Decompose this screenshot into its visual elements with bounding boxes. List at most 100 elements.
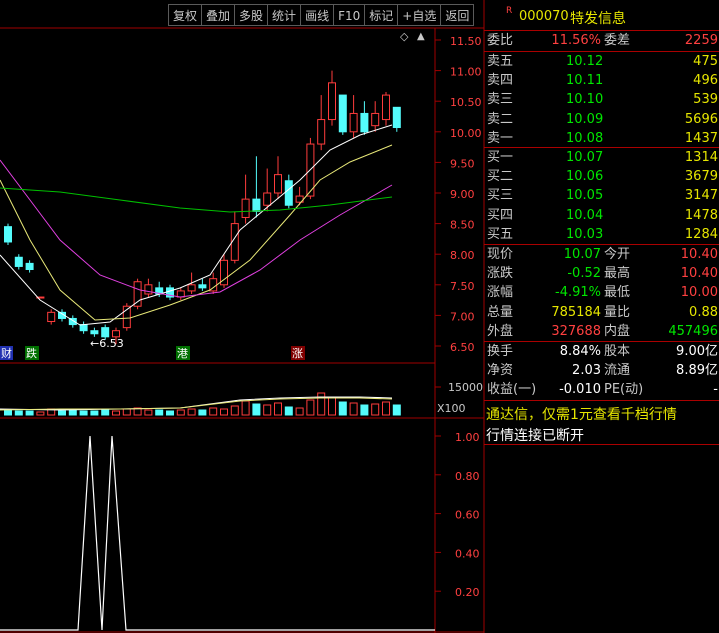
candlestick-series (4, 70, 401, 345)
volume-bar (122, 408, 131, 416)
quote-row: 总量 785184 量比 0.88 (484, 303, 719, 322)
news-tag-zhang: 涨 (291, 346, 305, 360)
volume-bars (0, 392, 401, 416)
candle-body (371, 112, 380, 127)
quote-value-right: 10.40 (680, 247, 718, 262)
volume-bar (349, 402, 358, 416)
draw-line-button[interactable]: 画线 (301, 4, 335, 26)
volume-bar (101, 409, 110, 416)
volume-bar (58, 410, 66, 416)
bid-label: 买二 (487, 169, 514, 185)
finance-label-right: 流通 (604, 363, 631, 379)
candle-body (284, 180, 293, 206)
statistics-button[interactable]: 统计 (268, 4, 302, 26)
candle-body (252, 198, 261, 212)
mark-button[interactable]: 标记 (365, 4, 399, 26)
quote-value: -0.52 (567, 266, 601, 282)
candle-body (382, 94, 390, 121)
diamond-icon[interactable]: ◇ (400, 30, 409, 43)
quote-label-right: 最高 (604, 266, 631, 282)
price-axis-label: 10.50 (450, 96, 482, 109)
overlay-button[interactable]: 叠加 (202, 4, 236, 26)
bid-label: 买一 (487, 150, 514, 165)
ask-volume: 475 (693, 54, 718, 69)
candle-body (112, 330, 120, 338)
svg-text:港: 港 (177, 347, 188, 360)
stock-code: 000070 (519, 9, 569, 24)
scroll-up-icon[interactable]: ▲ (417, 31, 425, 42)
finance-value-right: 9.00亿 (676, 344, 718, 359)
svg-text:涨: 涨 (292, 347, 303, 360)
candle-body (101, 327, 110, 338)
bid-label: 买三 (487, 188, 514, 204)
candle-body (47, 311, 56, 323)
volume-bar (338, 401, 347, 416)
volume-bar (25, 410, 34, 416)
add-watchlist-button[interactable]: +自选 (398, 4, 442, 26)
candle-body (360, 112, 369, 133)
svg-text:财: 财 (1, 346, 12, 360)
connection-status: 行情连接已断开 (486, 428, 584, 444)
promo-ad-link[interactable]: 通达信，仅需1元查看千档行情 (486, 404, 677, 424)
quote-label-right: 量比 (604, 304, 631, 320)
ask-label: 卖四 (487, 73, 514, 89)
finance-row: 收益(一) -0.010 PE(动) - (484, 380, 719, 399)
finance-value-right: 8.89亿 (676, 363, 718, 379)
candle-body (144, 284, 153, 295)
quote-label: 涨跌 (487, 266, 514, 282)
bid-volume: 1478 (684, 207, 718, 223)
quote-value: -4.91% (555, 285, 601, 301)
quote-value-right: 10.40 (680, 266, 718, 282)
ask-row: 卖三 10.10 539 (484, 90, 719, 109)
order-ratio-value: 11.56% (551, 33, 601, 48)
ma-line (0, 187, 393, 213)
quote-value-right: 457496 (668, 323, 718, 339)
ask-price: 10.08 (566, 130, 604, 146)
bid-row: 买五 10.03 1284 (484, 225, 719, 244)
order-ratio-row: 委比 11.56% 委差 2259 (484, 31, 719, 50)
chart-toolbar: 复权 叠加 多股 统计 画线 F10 标记 +自选 返回 (168, 4, 475, 26)
ask-row: 卖五 10.12 475 (484, 52, 719, 71)
volume-bar (14, 410, 23, 416)
quote-value: 10.07 (563, 247, 601, 262)
order-diff-label: 委差 (604, 33, 631, 48)
volume-bar (392, 404, 401, 416)
ask-volume: 1437 (684, 130, 718, 146)
price-axis-label: 8.50 (450, 219, 475, 232)
order-diff-value: 2259 (684, 33, 718, 48)
finance-label: 换手 (487, 344, 514, 359)
bid-volume: 1314 (684, 150, 718, 165)
indicator-series-line (0, 435, 435, 631)
finance-value: 8.84% (559, 344, 601, 359)
news-tag-cai: 财 (0, 346, 13, 360)
back-button[interactable]: 返回 (441, 4, 475, 26)
quote-row: 涨幅 -4.91% 最低 10.00 (484, 283, 719, 302)
volume-bar (4, 409, 12, 416)
volume-bar (166, 410, 174, 416)
candle-body (79, 324, 88, 332)
price-axis-label: 8.00 (450, 249, 475, 262)
multi-stock-button[interactable]: 多股 (235, 4, 269, 26)
svg-text:跌: 跌 (26, 346, 37, 360)
volume-bar (144, 409, 153, 416)
volume-bar (209, 407, 218, 416)
quote-row: 现价 10.07 今开 10.40 (484, 245, 719, 264)
quote-row: 涨跌 -0.52 最高 10.40 (484, 264, 719, 283)
moving-average-lines (0, 124, 393, 326)
indicator-axis-label: 0.80 (455, 470, 480, 483)
ma-line (0, 144, 393, 321)
ask-row: 卖四 10.11 496 (484, 71, 719, 90)
volume-bar (90, 410, 99, 416)
indicator-axis-label: 1.00 (455, 431, 480, 444)
ask-row: 卖二 10.09 5696 (484, 110, 719, 129)
fuquan-button[interactable]: 复权 (168, 4, 203, 26)
low-price-marker: ←6.53 (90, 337, 124, 350)
price-axis-label: 9.00 (450, 188, 475, 201)
candle-body (25, 262, 34, 271)
candle-body (133, 281, 142, 307)
bid-row: 买三 10.05 3147 (484, 186, 719, 205)
indicator-axis-label: 0.20 (455, 586, 480, 599)
f10-button[interactable]: F10 (334, 4, 366, 26)
finance-label: 收益(一) (487, 382, 537, 398)
indicator-axis-label: 0.40 (455, 547, 480, 560)
